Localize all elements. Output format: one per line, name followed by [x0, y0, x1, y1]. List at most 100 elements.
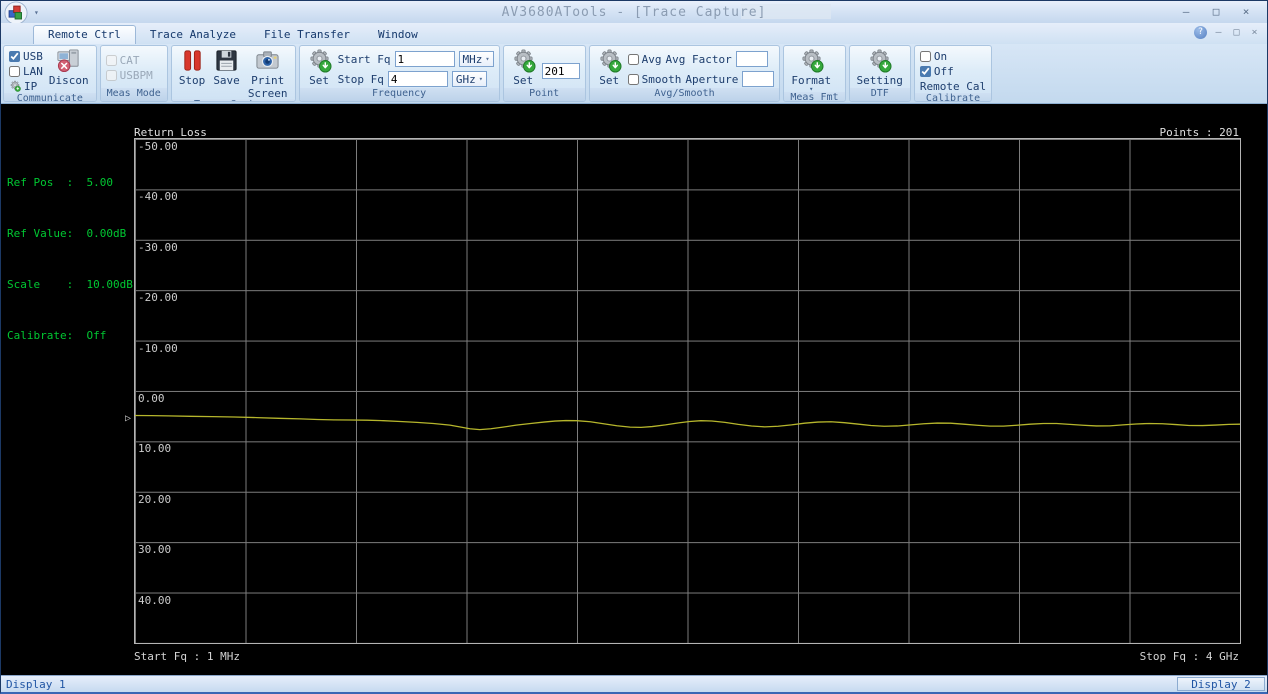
y-tick-label: -10.00 — [138, 342, 178, 355]
aperture-label: Aperture — [685, 73, 738, 86]
reference-marker-icon: ▷ — [125, 414, 131, 424]
cal-off-checkbox[interactable]: Off — [920, 64, 986, 78]
tab-trace-analyze[interactable]: Trace Analyze — [136, 26, 250, 44]
group-meas-mode: CAT USBPM Meas Mode — [100, 45, 168, 102]
start-fq-unit-dropdown[interactable]: MHz ▾ — [459, 51, 494, 67]
y-tick-label: 10.00 — [138, 442, 171, 455]
ribbon: USB LAN IP Discon Communicate — [1, 44, 1267, 104]
y-tick-label: 20.00 — [138, 493, 171, 506]
stop-button[interactable]: Stop — [177, 48, 208, 86]
set-gear-icon — [597, 48, 622, 73]
display2-tab[interactable]: Display 2 — [1177, 677, 1265, 691]
readout-row: Ref Value: 0.00dB — [7, 225, 133, 242]
avg-smooth-set-button[interactable]: Set — [595, 48, 624, 86]
camera-icon — [255, 48, 280, 73]
setting-gear-icon — [867, 48, 892, 73]
y-tick-label: 0.00 — [138, 392, 165, 405]
group-point: Set Point — [503, 45, 586, 102]
cat-checkbox: CAT — [106, 53, 153, 67]
close-button[interactable]: × — [1233, 5, 1259, 20]
tab-remote-ctrl[interactable]: Remote Ctrl — [33, 25, 136, 44]
display1-label: Display 1 — [1, 678, 66, 691]
group-meas-fmt: Format ▾ Meas Fmt — [783, 45, 845, 102]
save-button[interactable]: Save — [211, 48, 242, 86]
print-screen-button[interactable]: Print Screen — [246, 48, 290, 99]
group-avg-smooth: Set Avg Avg Factor Smooth — [589, 45, 781, 102]
mdi-close-button[interactable]: × — [1248, 27, 1261, 38]
group-label-point: Point — [504, 88, 585, 101]
remote-cal-button[interactable]: Remote Cal — [920, 79, 986, 93]
stop-icon — [180, 48, 205, 73]
disconnect-button[interactable]: Discon — [47, 48, 91, 86]
group-label-trace-capture: Trace Capture — [172, 99, 295, 102]
minimize-button[interactable]: – — [1173, 5, 1199, 20]
app-window: ▾ AV3680ATools - [Trace Capture] – □ × R… — [0, 0, 1268, 694]
trace-svg — [135, 139, 1240, 643]
group-label-calibrate: Calibrate — [915, 93, 991, 102]
readout-row: Ref Pos: 5.00 — [7, 174, 133, 191]
avg-factor-input[interactable] — [736, 51, 768, 67]
ip-setting-button[interactable]: IP — [9, 79, 43, 93]
status-bar: Display 1 Display 2 — [1, 675, 1267, 692]
lan-checkbox[interactable]: LAN — [9, 64, 43, 78]
trace-readout: Ref Pos: 5.00 Ref Value: 0.00dB Scale: 1… — [7, 140, 133, 378]
y-tick-label: 30.00 — [138, 543, 171, 556]
window-title: AV3680ATools - [Trace Capture] — [1, 5, 1267, 20]
group-label-frequency: Frequency — [300, 88, 499, 101]
set-gear-icon — [511, 48, 536, 73]
group-frequency: Set Start Fq MHz ▾ Stop Fq — [299, 45, 500, 102]
group-trace-capture: Stop Save Print Screen Trace Capture — [171, 45, 296, 102]
ribbon-tab-row: Remote Ctrl Trace Analyze File Transfer … — [1, 23, 1267, 44]
point-set-button[interactable]: Set — [509, 48, 538, 86]
points-count-input[interactable] — [542, 63, 580, 79]
chevron-down-icon: ▾ — [479, 75, 483, 83]
stop-fq-input[interactable] — [388, 71, 448, 87]
stop-fq-unit-dropdown[interactable]: GHz ▾ — [452, 71, 487, 87]
help-icon[interactable]: ? — [1194, 26, 1207, 39]
aperture-input[interactable] — [742, 71, 774, 87]
y-tick-label: -30.00 — [138, 241, 178, 254]
readout-row: Scale: 10.00dB — [7, 276, 133, 293]
readout-row: Calibrate: Off — [7, 327, 133, 344]
group-dtf: Setting DTF — [849, 45, 911, 102]
start-fq-label: Start Fq — [338, 53, 391, 66]
cal-on-checkbox[interactable]: On — [920, 49, 986, 63]
group-label-communicate: Communicate — [4, 93, 96, 102]
x-axis-start-label: Start Fq : 1 MHz — [134, 650, 240, 663]
mdi-restore-button[interactable]: □ — [1230, 27, 1243, 38]
y-tick-label: -20.00 — [138, 291, 178, 304]
save-icon — [214, 48, 239, 73]
usbpm-checkbox: USBPM — [106, 68, 153, 82]
mdi-minimize-button[interactable]: – — [1212, 27, 1225, 38]
group-label-avg-smooth: Avg/Smooth — [590, 88, 780, 101]
avg-factor-label: Avg Factor — [666, 53, 732, 66]
group-calibrate: On Off Remote Cal Calibrate — [914, 45, 992, 102]
group-label-meas-fmt: Meas Fmt — [784, 92, 844, 102]
smooth-checkbox[interactable]: Smooth — [628, 72, 682, 86]
chevron-down-icon: ▾ — [485, 55, 489, 63]
usb-checkbox[interactable]: USB — [9, 49, 43, 63]
group-label-dtf: DTF — [850, 88, 910, 101]
maximize-button[interactable]: □ — [1203, 5, 1229, 20]
y-tick-label: -40.00 — [138, 190, 178, 203]
group-communicate: USB LAN IP Discon Communicate — [3, 45, 97, 102]
avg-checkbox[interactable]: Avg — [628, 52, 662, 66]
format-gear-icon — [799, 48, 824, 73]
disconnect-icon — [56, 48, 81, 73]
format-button[interactable]: Format ▾ — [789, 48, 833, 92]
set-gear-icon — [307, 48, 332, 73]
group-label-meas-mode: Meas Mode — [101, 88, 167, 101]
y-tick-label: 40.00 — [138, 594, 171, 607]
frequency-set-button[interactable]: Set — [305, 48, 334, 86]
ip-gear-icon — [9, 80, 21, 92]
display-area: Ref Pos: 5.00 Ref Value: 0.00dB Scale: 1… — [1, 104, 1267, 675]
stop-fq-label: Stop Fq — [338, 73, 384, 86]
y-tick-label: -50.00 — [138, 140, 178, 153]
tab-file-transfer[interactable]: File Transfer — [250, 26, 364, 44]
start-fq-input[interactable] — [395, 51, 455, 67]
dtf-setting-button[interactable]: Setting — [855, 48, 905, 86]
title-bar: ▾ AV3680ATools - [Trace Capture] – □ × — [1, 1, 1267, 23]
x-axis-stop-label: Stop Fq : 4 GHz — [1140, 650, 1239, 663]
tab-window[interactable]: Window — [364, 26, 432, 44]
chart-plot: -50.00 -40.00 -30.00 -20.00 -10.00 0.00 10.00 2… — [134, 138, 1241, 644]
